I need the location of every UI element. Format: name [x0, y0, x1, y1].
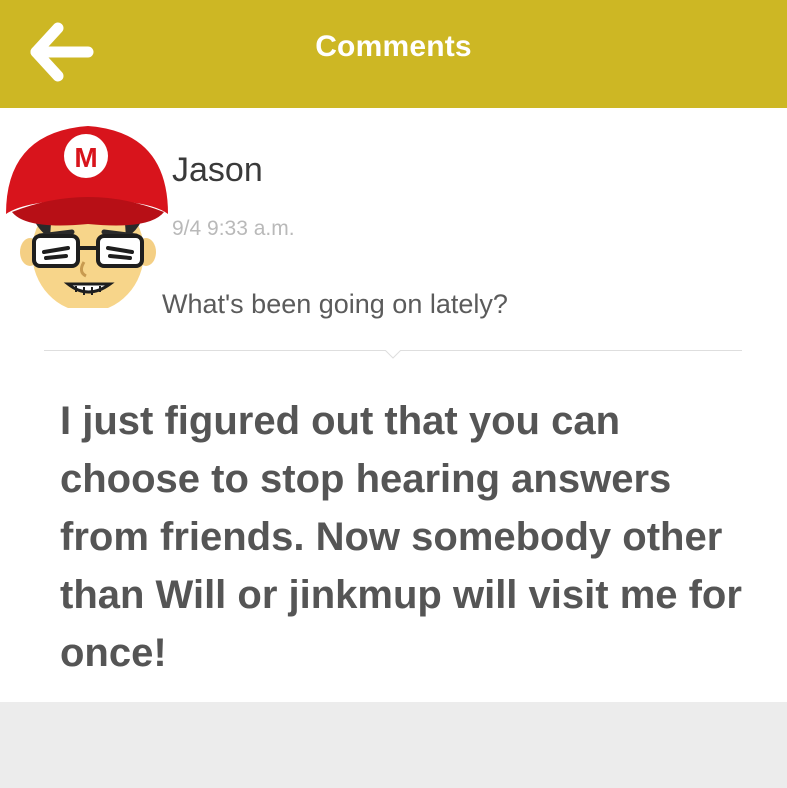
app-header: Comments — [0, 0, 787, 108]
svg-text:M: M — [74, 142, 97, 173]
mii-avatar-icon: M — [6, 126, 168, 312]
author-name[interactable]: Jason — [172, 151, 263, 190]
avatar[interactable]: M — [0, 112, 176, 312]
answer-text: I just figured out that you can choose t… — [60, 399, 742, 675]
comment-card: M Jason 9/4 9:33 a.m. What's been going … — [0, 108, 787, 702]
footer-area — [0, 702, 787, 788]
divider-notch-icon — [385, 350, 401, 359]
question-text: What's been going on lately? — [162, 289, 508, 319]
page-title: Comments — [315, 30, 472, 63]
post-timestamp: 9/4 9:33 a.m. — [172, 217, 295, 240]
